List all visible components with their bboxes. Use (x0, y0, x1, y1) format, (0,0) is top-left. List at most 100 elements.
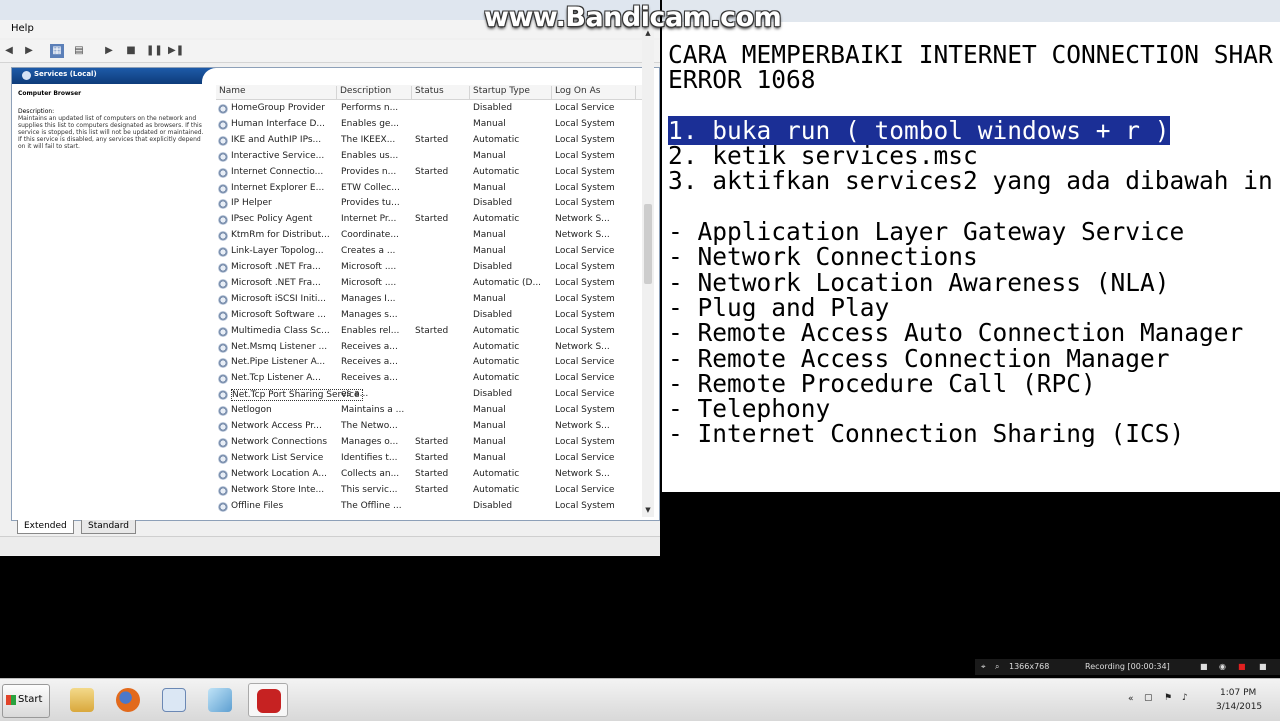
services-scrollbar[interactable]: ▲ ▼ (642, 27, 654, 517)
service-startup-type: Manual (473, 293, 506, 304)
tray-volume-icon[interactable]: ♪ (1182, 693, 1188, 703)
tray-flag-icon[interactable]: ⚑ (1164, 693, 1172, 703)
service-name: Microsoft iSCSI Initi... (231, 293, 327, 304)
table-row[interactable]: Microsoft iSCSI Initi... Manages I... Manu… (216, 292, 646, 308)
service-gear-icon (218, 358, 228, 369)
service-startup-type: Manual (473, 230, 506, 241)
server-manager-icon[interactable] (154, 683, 194, 717)
tray-expand-icon[interactable]: « (1128, 694, 1134, 704)
recorder-close-icon[interactable]: ■ (1259, 662, 1267, 671)
table-row[interactable]: Interactive Service... Enables us... Manua… (216, 149, 646, 165)
table-row[interactable]: Microsoft .NET Fra... Microsoft .... Autom… (216, 276, 646, 292)
table-row[interactable]: Net.Msmq Listener ... Receives a... Automa… (216, 340, 646, 356)
tab-standard[interactable]: Standard (81, 520, 136, 534)
service-gear-icon (218, 104, 228, 114)
scroll-thumb[interactable] (644, 204, 652, 284)
notepad-line: - Network Location Awareness (NLA) (668, 270, 1273, 295)
taskbar: Start « ▢ ⚑ ♪ 1:07 PM 3/14/2015 (0, 678, 1280, 721)
table-row[interactable]: Net.Tcp Port Sharing Service es a... Disab… (216, 387, 646, 403)
service-description: Collects an... (341, 468, 400, 479)
table-row[interactable]: Netlogon Maintains a ... Manual Local Syste… (216, 403, 646, 419)
back-icon[interactable]: ◀ (2, 44, 16, 58)
service-status: Started (415, 325, 449, 336)
recorder-target-icon[interactable]: ⌖ (981, 662, 986, 672)
tab-extended[interactable]: Extended (17, 520, 74, 534)
menu-help[interactable]: Help (11, 23, 34, 34)
services-statusbar (0, 536, 660, 555)
table-row[interactable]: HomeGroup Provider Performs n... Disabled L… (216, 101, 646, 117)
table-row[interactable]: Offline Files The Offline ... Disabled Loca… (216, 499, 646, 515)
service-gear-icon (218, 199, 228, 210)
table-row[interactable]: Network List Service Identifies t... Start… (216, 451, 646, 467)
column-name[interactable]: Name (216, 86, 337, 99)
firefox-icon[interactable] (108, 683, 148, 717)
service-name: Network List Service (231, 452, 324, 463)
table-row[interactable]: Microsoft .NET Fra... Microsoft .... Disab… (216, 260, 646, 276)
table-row[interactable]: Link-Layer Topolog... Creates a ... Manual… (216, 244, 646, 260)
service-description: Enables ge... (341, 118, 400, 129)
notepad-text[interactable]: CARA MEMPERBAIKI INTERNET CONNECTION SHA… (668, 42, 1273, 447)
clock-time[interactable]: 1:07 PM (1220, 688, 1256, 698)
table-row[interactable]: IPsec Policy Agent Internet Pr... Started A… (216, 212, 646, 228)
table-row[interactable]: Net.Tcp Listener A... Receives a... Automa… (216, 371, 646, 387)
line-text: ERROR 1068 (668, 65, 816, 95)
table-row[interactable]: Internet Connectio... Provides n... Starte… (216, 165, 646, 181)
column-log-on-as[interactable]: Log On As (552, 86, 636, 99)
clock-date[interactable]: 3/14/2015 (1216, 702, 1262, 712)
bandicam-icon[interactable] (248, 683, 288, 717)
service-log-on-as: Local Service (555, 452, 615, 463)
service-startup-type: Disabled (473, 389, 513, 400)
service-gear-icon (218, 453, 228, 464)
service-log-on-as: Local System (555, 277, 615, 288)
stop-service-icon[interactable]: ■ (124, 44, 138, 58)
column-startup-type[interactable]: Startup Type (470, 86, 552, 99)
service-description: The Netwo... (341, 421, 398, 431)
service-name: Net.Msmq Listener ... (231, 341, 328, 352)
service-description: Provides tu... (341, 198, 400, 209)
service-startup-type: Disabled (473, 198, 513, 209)
table-row[interactable]: Network Connections Manages o... Started Ma… (216, 435, 646, 451)
scroll-down-icon[interactable]: ▼ (643, 505, 653, 515)
recorder-search-icon[interactable]: ⌕ (995, 662, 999, 672)
properties-icon[interactable]: ▦ (50, 44, 64, 58)
recorder-pause-icon[interactable]: ■ (1200, 662, 1208, 671)
service-name: Network Access Pr... (231, 421, 322, 431)
table-row[interactable]: IKE and AuthIP IPs... The IKEEX... Started… (216, 133, 646, 149)
column-header: Name Description Status Startup Type Log… (216, 85, 646, 100)
table-row[interactable]: Human Interface D... Enables ge... Manual L… (216, 117, 646, 133)
table-row[interactable]: Multimedia Class Sc... Enables rel... Star… (216, 324, 646, 340)
restart-service-icon[interactable]: ▶❚ (168, 44, 184, 58)
forward-icon[interactable]: ▶ (22, 44, 36, 58)
table-row[interactable]: Internet Explorer E... ETW Collec... Manua… (216, 181, 646, 197)
service-log-on-as: Local System (555, 118, 615, 129)
notepad-line: - Internet Connection Sharing (ICS) (668, 421, 1273, 446)
table-row[interactable]: Network Location A... Collects an... Start… (216, 467, 646, 483)
table-row[interactable]: Network Store Inte... This servic... Start… (216, 483, 646, 499)
view-icon[interactable]: ▤ (72, 44, 86, 58)
explorer-icon[interactable] (62, 683, 102, 717)
service-startup-type: Automatic (473, 373, 520, 384)
service-gear-icon (218, 310, 228, 321)
column-description[interactable]: Description (337, 86, 412, 99)
column-status[interactable]: Status (412, 86, 470, 99)
tray-network-icon[interactable]: ▢ (1144, 693, 1153, 703)
service-startup-type: Automatic (473, 134, 520, 145)
recorder-stop-icon[interactable]: ■ (1238, 662, 1246, 671)
service-startup-type: Manual (473, 421, 506, 431)
pause-service-icon[interactable]: ❚❚ (146, 44, 163, 58)
recorder-camera-icon[interactable]: ◉ (1219, 662, 1226, 671)
start-button[interactable]: Start (2, 684, 50, 718)
table-row[interactable]: Microsoft Software ... Manages s... Disabl… (216, 308, 646, 324)
powershell-icon[interactable] (200, 683, 240, 717)
table-row[interactable]: Net.Pipe Listener A... Receives a... Autom… (216, 355, 646, 371)
service-name: IPsec Policy Agent (231, 214, 313, 225)
service-startup-type: Automatic (473, 166, 520, 177)
table-row[interactable]: Network Access Pr... The Netwo... Manual Ne… (216, 419, 646, 435)
table-row[interactable]: IP Helper Provides tu... Disabled Local Sys… (216, 196, 646, 212)
service-description: This servic... (341, 484, 398, 495)
service-log-on-as: Network S... (555, 421, 610, 431)
start-service-icon[interactable]: ▶ (102, 44, 116, 58)
table-row[interactable]: KtmRm for Distribut... Coordinate... Manua… (216, 228, 646, 244)
services-icon (22, 71, 31, 80)
service-name: Link-Layer Topolog... (231, 246, 324, 257)
